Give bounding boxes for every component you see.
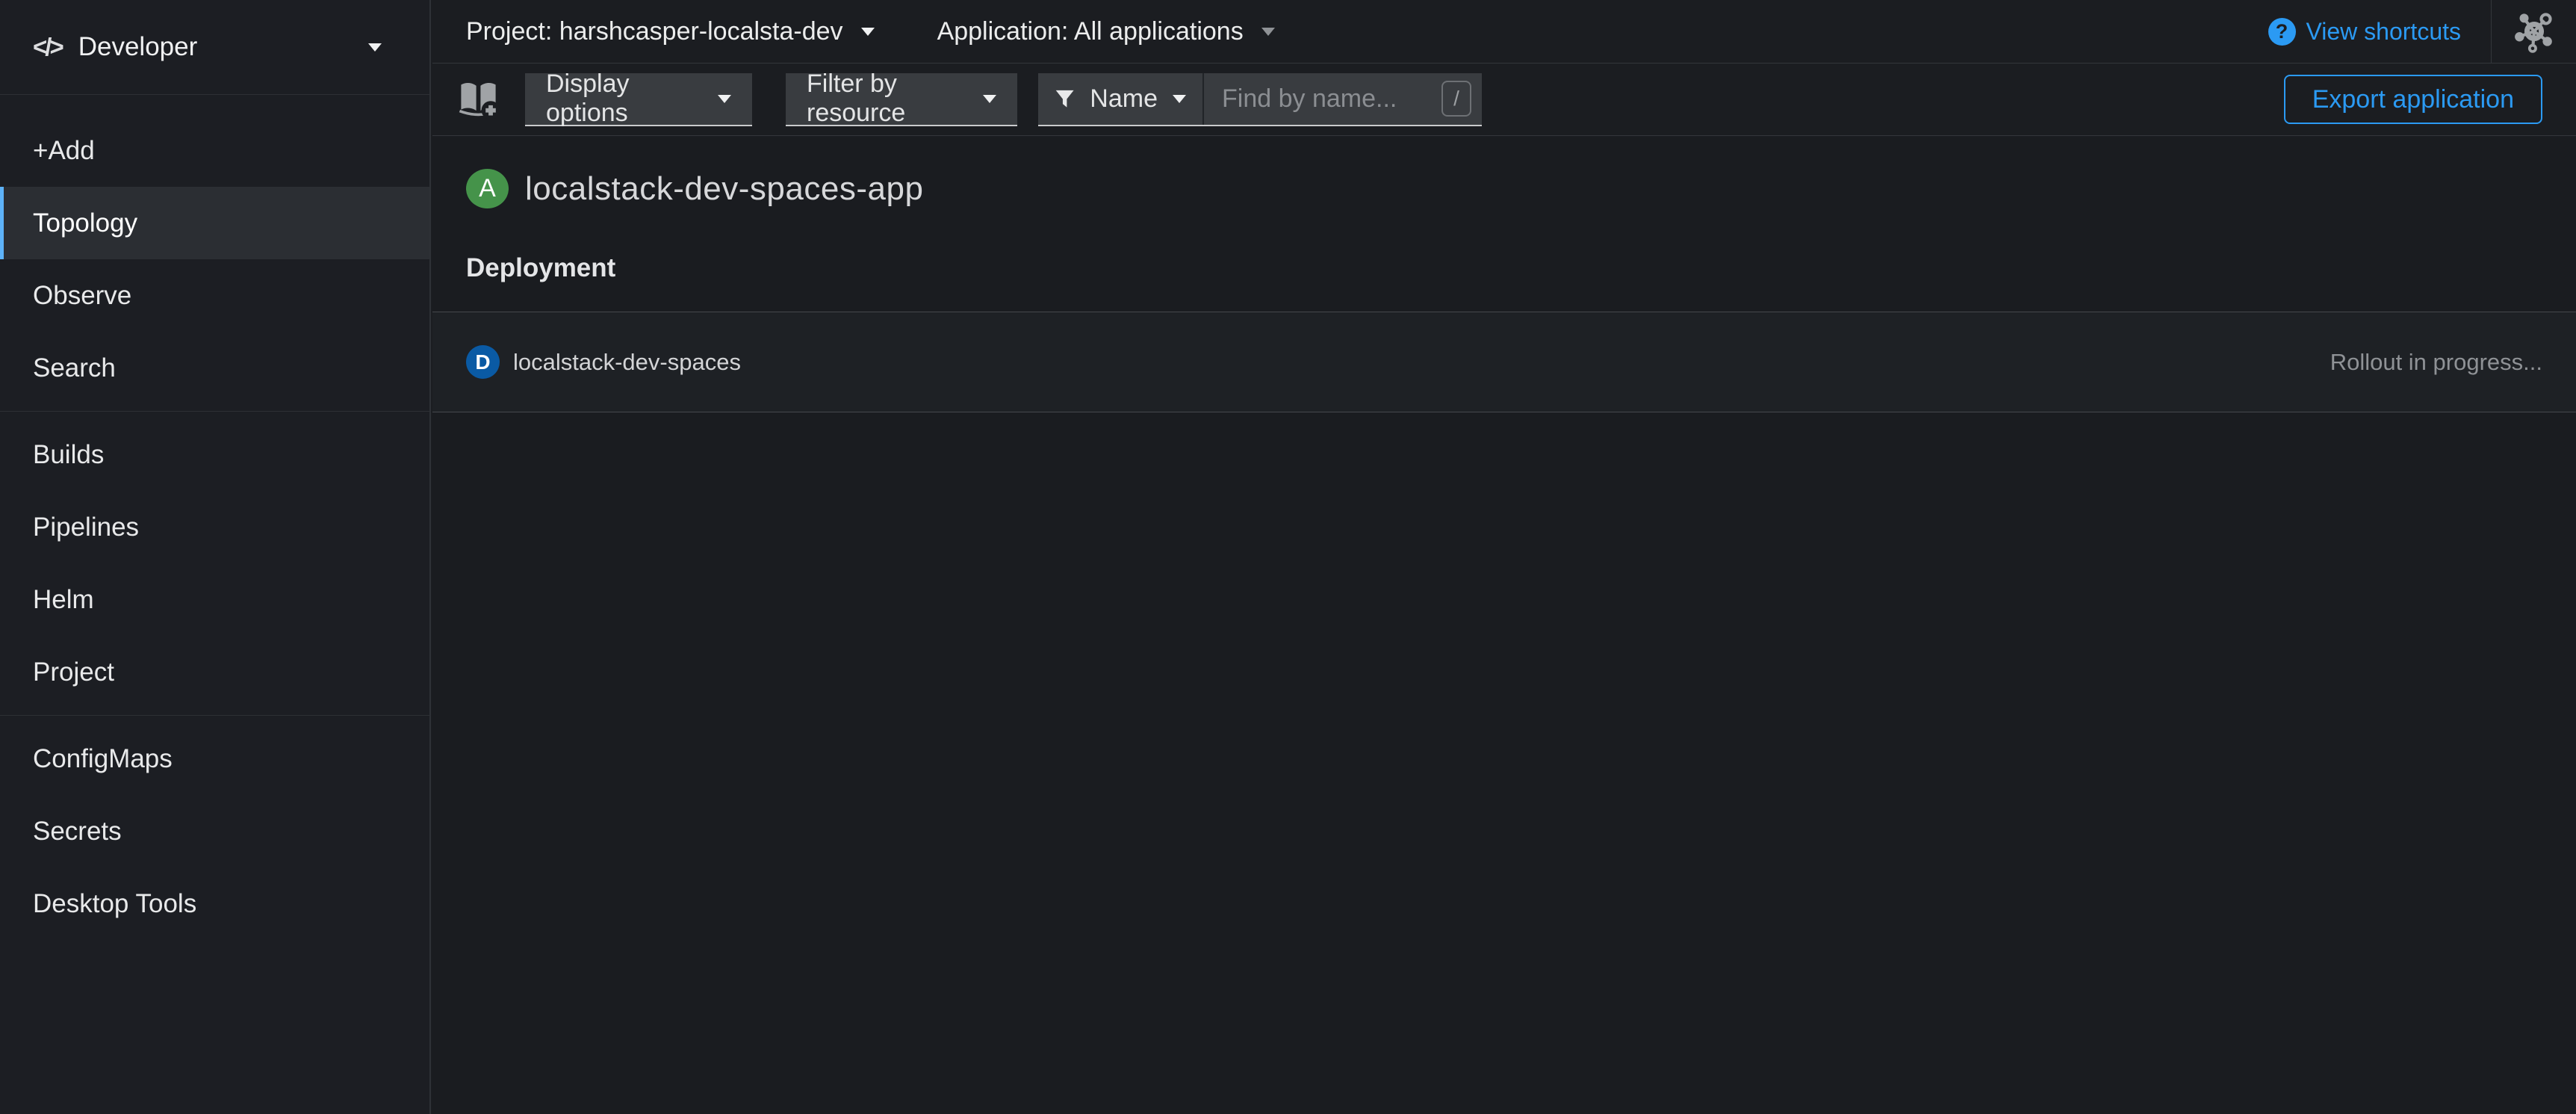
sidebar-item-search[interactable]: Search	[0, 332, 429, 404]
chevron-down-icon	[1173, 95, 1186, 103]
filter-by-resource-dropdown[interactable]: Filter by resource	[786, 73, 1017, 126]
page-title: localstack-dev-spaces-app	[525, 170, 923, 208]
project-dropdown[interactable]: Project: harshcasper-localsta-dev	[466, 17, 875, 46]
perspective-label: Developer	[78, 32, 368, 62]
masthead-right: ? View shortcuts	[2268, 0, 2576, 63]
code-icon: </>	[33, 33, 62, 61]
chevron-down-icon	[718, 95, 731, 103]
sidebar-item-desktop-tools[interactable]: Desktop Tools	[0, 867, 429, 940]
chevron-down-icon	[861, 28, 875, 36]
display-options-dropdown[interactable]: Display options	[525, 73, 752, 126]
sidebar-item-pipelines[interactable]: Pipelines	[0, 491, 429, 563]
topology-list-view: A localstack-dev-spaces-app Deployment D…	[432, 137, 2576, 1114]
filter-icon	[1055, 87, 1075, 110]
question-circle-icon: ?	[2268, 18, 2296, 46]
topology-toolbar: Display options Filter by resource Name	[432, 64, 2576, 136]
sidebar-divider	[0, 715, 429, 716]
application-dropdown-label: Application: All applications	[937, 17, 1244, 46]
book-plus-icon	[456, 80, 501, 119]
filter-type-label: Name	[1090, 84, 1158, 114]
sidebar-item-configmaps[interactable]: ConfigMaps	[0, 722, 429, 795]
sidebar: </> Developer +Add Topology Observe Sear…	[0, 0, 431, 1114]
sidebar-item-add[interactable]: +Add	[0, 114, 429, 187]
view-shortcuts-label: View shortcuts	[2306, 18, 2462, 46]
sidebar-item-builds[interactable]: Builds	[0, 418, 429, 491]
openshift-console: </> Developer +Add Topology Observe Sear…	[0, 0, 2576, 1114]
find-by-name-input[interactable]	[1222, 84, 1441, 114]
sidebar-divider	[0, 411, 429, 412]
section-heading: Deployment	[466, 253, 2576, 283]
chevron-down-icon	[368, 43, 382, 52]
filter-type-dropdown[interactable]: Name	[1038, 73, 1204, 125]
deployment-badge: D	[466, 345, 500, 379]
sidebar-item-secrets[interactable]: Secrets	[0, 795, 429, 867]
application-dropdown[interactable]: Application: All applications	[937, 17, 1275, 46]
slash-shortcut-kbd: /	[1441, 81, 1471, 117]
name-filter-group: Name /	[1038, 73, 1482, 126]
sidebar-item-helm[interactable]: Helm	[0, 563, 429, 636]
resource-name[interactable]: localstack-dev-spaces	[513, 349, 741, 376]
list-row[interactable]: D localstack-dev-spaces Rollout in progr…	[432, 312, 2576, 412]
topology-graph-view-toggle[interactable]	[2491, 0, 2576, 63]
topology-graph-icon	[2513, 10, 2556, 53]
sidebar-item-observe[interactable]: Observe	[0, 259, 429, 332]
sidebar-item-topology[interactable]: Topology	[0, 187, 429, 259]
sidebar-item-project[interactable]: Project	[0, 636, 429, 708]
masthead: Project: harshcasper-localsta-dev Applic…	[432, 0, 2576, 64]
perspective-switcher[interactable]: </> Developer	[0, 0, 429, 95]
application-badge: A	[466, 169, 509, 208]
view-shortcuts-link[interactable]: ? View shortcuts	[2268, 18, 2462, 46]
find-by-name-wrap: /	[1204, 73, 1482, 125]
chevron-down-icon	[983, 95, 996, 103]
main-area: Project: harshcasper-localsta-dev Applic…	[432, 0, 2576, 1114]
export-application-button[interactable]: Export application	[2284, 75, 2542, 124]
display-options-label: Display options	[546, 69, 718, 128]
resource-status: Rollout in progress...	[2330, 349, 2542, 376]
add-to-project-button[interactable]	[449, 75, 509, 123]
chevron-down-icon	[1261, 28, 1275, 36]
project-dropdown-label: Project: harshcasper-localsta-dev	[466, 17, 843, 46]
app-group-header: A localstack-dev-spaces-app	[466, 169, 2576, 208]
sidebar-nav: +Add Topology Observe Search Builds Pipe…	[0, 95, 429, 940]
filter-by-resource-label: Filter by resource	[807, 69, 983, 128]
deployment-list: D localstack-dev-spaces Rollout in progr…	[432, 312, 2576, 412]
